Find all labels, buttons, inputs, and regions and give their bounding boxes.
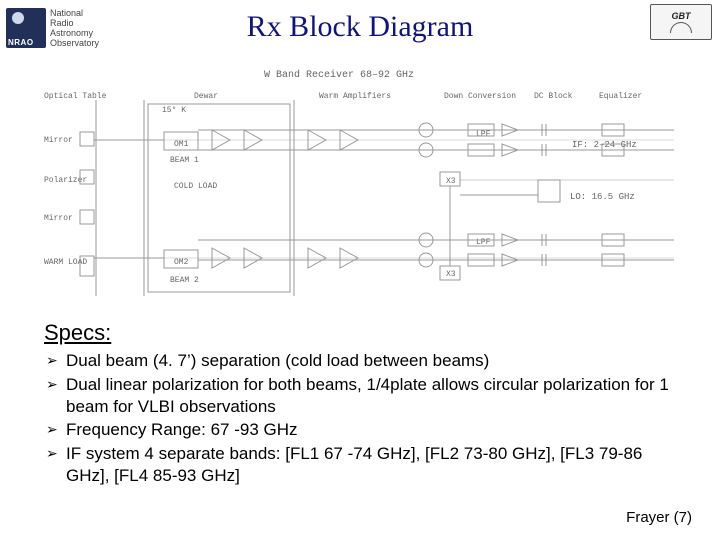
specs-heading: Specs: — [44, 320, 684, 346]
spec-item: Dual beam (4. 7’) separation (cold load … — [66, 350, 684, 372]
gbt-logo: GBT — [650, 4, 712, 40]
specs-list: Dual beam (4. 7’) separation (cold load … — [44, 350, 684, 487]
slide-header: NRAO National Radio Astronomy Observator… — [0, 0, 720, 56]
spec-item: Dual linear polarization for both beams,… — [66, 374, 684, 418]
spec-item: IF system 4 separate bands: [FL1 67 -74 … — [66, 443, 684, 487]
telescope-icon — [670, 22, 692, 33]
slide-title: Rx Block Diagram — [0, 10, 720, 44]
gbt-label: GBT — [672, 11, 691, 21]
block-diagram: W Band Receiver 68–92 GHz Optical Table … — [44, 70, 674, 308]
footer-text: Frayer (7) — [626, 509, 692, 526]
specs-section: Specs: Dual beam (4. 7’) separation (col… — [44, 320, 684, 489]
diagram-svg — [44, 70, 674, 308]
spec-item: Frequency Range: 67 -93 GHz — [66, 419, 684, 441]
